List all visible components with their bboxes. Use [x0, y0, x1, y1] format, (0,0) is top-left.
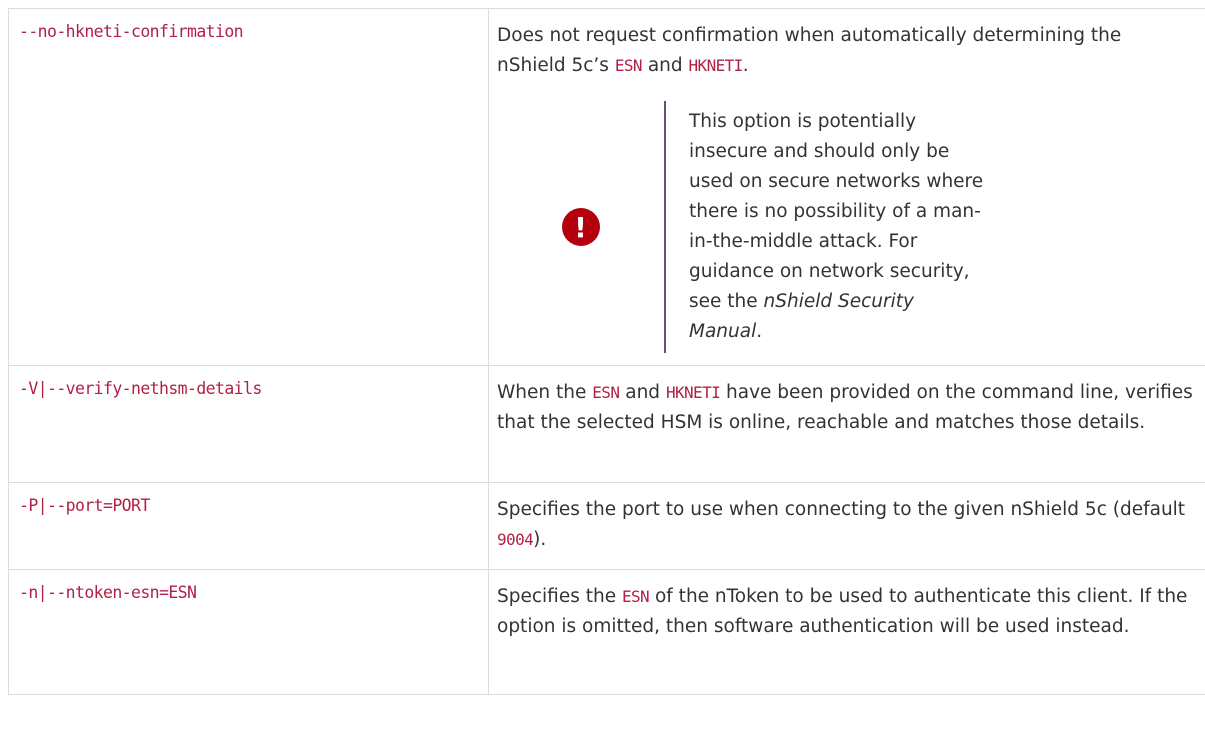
text: This option is potentially insecure and … — [689, 111, 984, 312]
option-cell: --no-hkneti-confirmation — [8, 8, 489, 366]
option-name: -P|--port=PORT — [19, 496, 150, 515]
text: and — [619, 382, 666, 403]
option-cell: -V|--verify-nethsm-details — [8, 365, 489, 483]
option-description: Specifies the port to use when connectin… — [497, 495, 1193, 555]
option-name: --no-hkneti-confirmation — [19, 22, 244, 41]
option-name: -n|--ntoken-esn=ESN — [19, 583, 197, 602]
table-row: -V|--verify-nethsm-details When the ESN … — [8, 365, 1205, 483]
description-cell: Does not request confirmation when autom… — [488, 8, 1205, 366]
text: . — [756, 321, 763, 342]
option-description: Specifies the ESN of the nToken to be us… — [497, 582, 1193, 642]
exclamation-icon: ! — [561, 208, 600, 246]
table-row: -P|--port=PORT Specifies the port to use… — [8, 482, 1205, 570]
text: Specifies the port to use when connectin… — [497, 499, 1186, 520]
admonition-body: This option is potentially insecure and … — [664, 101, 989, 353]
table-row: -n|--ntoken-esn=ESN Specifies the ESN of… — [8, 569, 1205, 695]
description-cell: Specifies the port to use when connectin… — [488, 482, 1205, 570]
description-cell: When the ESN and HKNETI have been provid… — [488, 365, 1205, 483]
option-description: When the ESN and HKNETI have been provid… — [497, 378, 1193, 438]
text: When the — [497, 382, 593, 403]
warning-admonition: ! This option is potentially insecure an… — [497, 101, 1193, 353]
inline-code: ESN — [592, 383, 620, 402]
option-name: -V|--verify-nethsm-details — [19, 379, 262, 398]
inline-code: 9004 — [497, 530, 534, 549]
inline-code: HKNETI — [665, 383, 721, 402]
text: and — [641, 55, 689, 76]
text: Specifies the — [497, 586, 622, 607]
text: ). — [533, 529, 547, 550]
option-cell: -n|--ntoken-esn=ESN — [8, 569, 489, 695]
table-row: --no-hkneti-confirmation Does not reques… — [8, 8, 1205, 366]
option-description: Does not request confirmation when autom… — [497, 21, 1193, 81]
inline-code: ESN — [621, 587, 650, 606]
options-table: --no-hkneti-confirmation Does not reques… — [8, 8, 1205, 695]
description-cell: Specifies the ESN of the nToken to be us… — [488, 569, 1205, 695]
admonition-text: This option is potentially insecure and … — [689, 107, 989, 347]
text: . — [742, 55, 749, 76]
inline-code: ESN — [614, 56, 643, 75]
inline-code: HKNETI — [688, 56, 744, 75]
text: Does not request confirmation when autom… — [497, 25, 1122, 76]
admonition-icon-cell: ! — [497, 208, 664, 246]
option-cell: -P|--port=PORT — [8, 482, 489, 570]
